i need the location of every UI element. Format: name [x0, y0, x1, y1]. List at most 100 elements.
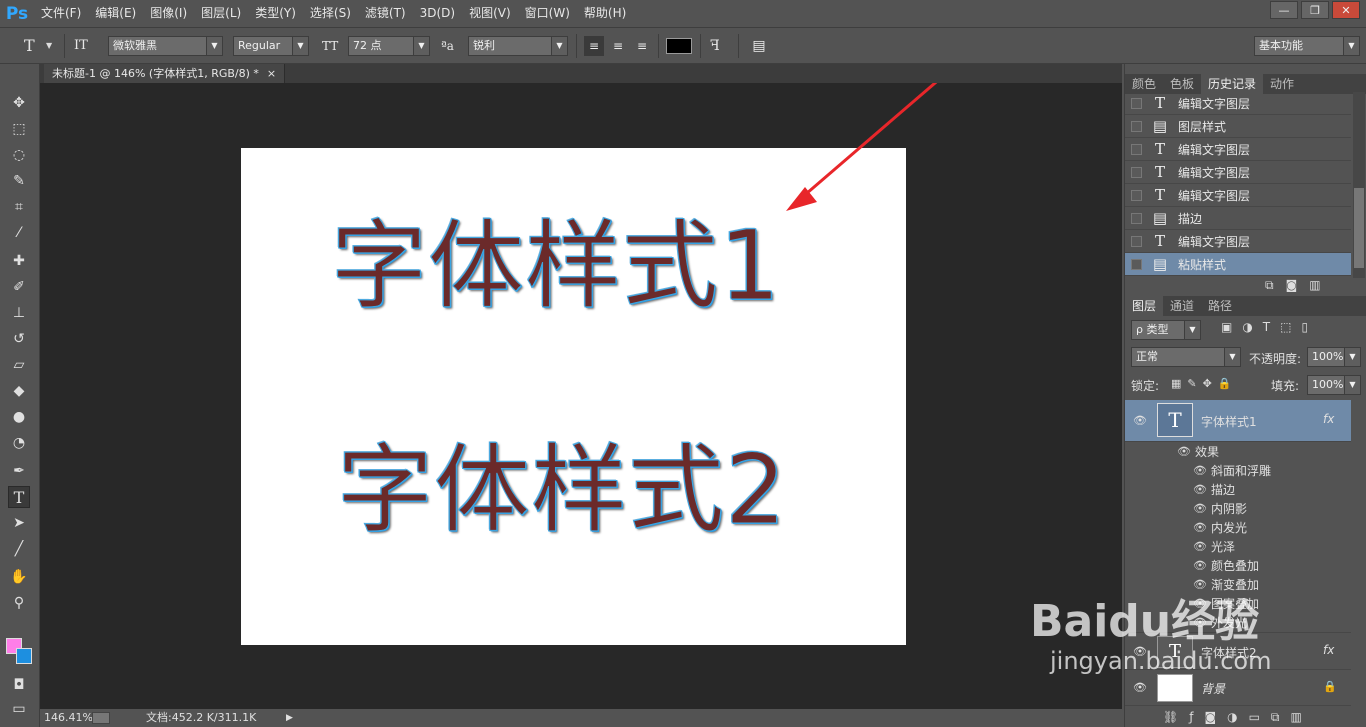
menu-edit[interactable]: 编辑(E)	[88, 0, 143, 27]
restore-button[interactable]: ❐	[1301, 1, 1329, 19]
visibility-eye-icon[interactable]: 👁	[1193, 483, 1207, 496]
character-panel-icon[interactable]: ▤	[750, 36, 768, 56]
history-brush-tool-icon[interactable]: ↺	[8, 328, 30, 350]
menu-type[interactable]: 类型(Y)	[248, 0, 303, 27]
type-tool-icon[interactable]: T	[8, 486, 30, 508]
history-item[interactable]: T 编辑文字图层	[1125, 138, 1351, 161]
zoom-tool-icon[interactable]: ⚲	[8, 592, 30, 614]
text-color-swatch[interactable]	[666, 38, 692, 54]
effect-row[interactable]: 👁 内阴影	[1125, 499, 1351, 518]
visibility-eye-icon[interactable]: 👁	[1193, 521, 1207, 534]
visibility-eye-icon[interactable]: 👁	[1177, 445, 1191, 458]
zoom-level[interactable]: 146.41%	[44, 709, 93, 727]
scrollbar-thumb[interactable]	[1354, 188, 1364, 268]
tab-color[interactable]: 颜色	[1125, 74, 1163, 94]
tab-actions[interactable]: 动作	[1263, 74, 1301, 94]
screen-mode-icon[interactable]: ▭	[8, 698, 30, 720]
menu-filter[interactable]: 滤镜(T)	[358, 0, 413, 27]
font-style-select[interactable]: Regular ▼	[233, 36, 309, 56]
fx-icon[interactable]: fx	[1323, 643, 1334, 657]
align-center-icon[interactable]: ≡	[608, 36, 628, 56]
pen-tool-icon[interactable]: ✒	[8, 460, 30, 482]
history-item[interactable]: T 编辑文字图层	[1125, 184, 1351, 207]
menu-window[interactable]: 窗口(W)	[518, 0, 577, 27]
layer-filter-icons[interactable]: ▣◑T⬚▯	[1221, 320, 1318, 334]
history-item[interactable]: T 编辑文字图层	[1125, 230, 1351, 253]
canvas-area[interactable]: 字体样式1 字体样式2	[40, 83, 1122, 709]
visibility-eye-icon[interactable]: 👁	[1133, 681, 1147, 694]
effects-group-row[interactable]: 👁 效果	[1125, 442, 1351, 461]
align-left-icon[interactable]: ≡	[584, 36, 604, 56]
history-footer-icons[interactable]: ⧉◙▥	[1265, 278, 1365, 296]
snapshot-checkbox[interactable]	[1131, 212, 1142, 224]
quick-mask-icon[interactable]: ◘	[8, 674, 30, 696]
snapshot-checkbox[interactable]	[1131, 235, 1142, 247]
stamp-tool-icon[interactable]: ⊥	[8, 302, 30, 324]
font-family-select[interactable]: 微软雅黑 ▼	[108, 36, 223, 56]
toggle-orientation-icon[interactable]: IT	[74, 36, 88, 56]
blend-mode-select[interactable]: 正常 ▼	[1131, 347, 1241, 367]
visibility-eye-icon[interactable]: 👁	[1193, 502, 1207, 515]
layer-name[interactable]: 字体样式1	[1201, 413, 1257, 430]
brush-tool-icon[interactable]: ✐	[8, 276, 30, 298]
snapshot-checkbox[interactable]	[1131, 166, 1142, 178]
tab-layers[interactable]: 图层	[1125, 296, 1164, 316]
status-menu-arrow-icon[interactable]: ▶	[286, 709, 293, 727]
healing-brush-tool-icon[interactable]: ✚	[8, 250, 30, 272]
tab-channels[interactable]: 通道	[1163, 296, 1201, 316]
crop-tool-icon[interactable]: ⌗	[8, 196, 30, 218]
blur-tool-icon[interactable]: ●	[8, 406, 30, 428]
layer-filter-select[interactable]: ρ 类型 ▼	[1131, 320, 1201, 340]
history-item[interactable]: T 编辑文字图层	[1125, 161, 1351, 184]
paint-bucket-tool-icon[interactable]: ◆	[8, 380, 30, 402]
document-tab[interactable]: 未标题-1 @ 146% (字体样式1, RGB/8) * ×	[44, 64, 286, 83]
layer-row-selected[interactable]: 👁 T 字体样式1 fx	[1125, 400, 1351, 442]
warp-text-icon[interactable]: ꟻ	[710, 36, 720, 56]
snapshot-checkbox[interactable]	[1131, 258, 1142, 270]
visibility-eye-icon[interactable]: 👁	[1193, 559, 1207, 572]
move-tool-icon[interactable]: ✥	[8, 92, 30, 114]
menu-file[interactable]: 文件(F)	[34, 0, 88, 27]
snapshot-checkbox[interactable]	[1131, 143, 1142, 155]
eyedropper-tool-icon[interactable]: ⁄	[8, 222, 30, 244]
menu-select[interactable]: 选择(S)	[303, 0, 358, 27]
workspace-select[interactable]: 基本功能 ▼	[1254, 36, 1360, 56]
text-tool-preset-icon[interactable]: T	[24, 36, 35, 56]
dodge-tool-icon[interactable]: ◔	[8, 432, 30, 454]
menu-image[interactable]: 图像(I)	[143, 0, 194, 27]
effect-row[interactable]: 👁 斜面和浮雕	[1125, 461, 1351, 480]
visibility-eye-icon[interactable]: 👁	[1193, 540, 1207, 553]
menu-help[interactable]: 帮助(H)	[577, 0, 633, 27]
layer-name[interactable]: 背景	[1201, 680, 1225, 697]
snapshot-checkbox[interactable]	[1131, 189, 1142, 201]
effect-row[interactable]: 👁 描边	[1125, 480, 1351, 499]
effect-row[interactable]: 👁 光泽	[1125, 537, 1351, 556]
history-item-selected[interactable]: ▤ 粘贴样式	[1125, 253, 1351, 276]
history-item[interactable]: ▤ 描边	[1125, 207, 1351, 230]
tab-paths[interactable]: 路径	[1201, 296, 1239, 316]
snapshot-checkbox[interactable]	[1131, 97, 1142, 109]
lasso-tool-icon[interactable]: ◌	[8, 144, 30, 166]
effect-row[interactable]: 👁 颜色叠加	[1125, 556, 1351, 575]
history-scrollbar[interactable]	[1353, 92, 1365, 278]
antialias-select[interactable]: 锐利 ▼	[468, 36, 568, 56]
menu-view[interactable]: 视图(V)	[462, 0, 518, 27]
snapshot-checkbox[interactable]	[1131, 120, 1142, 132]
visibility-eye-icon[interactable]: 👁	[1193, 578, 1207, 591]
tab-swatches[interactable]: 色板	[1163, 74, 1201, 94]
fx-icon[interactable]: fx	[1323, 412, 1334, 426]
quick-select-tool-icon[interactable]: ✎	[8, 170, 30, 192]
minimize-button[interactable]: —	[1270, 1, 1298, 19]
menu-layer[interactable]: 图层(L)	[194, 0, 248, 27]
preset-dropdown-icon[interactable]: ▼	[46, 36, 58, 56]
align-right-icon[interactable]: ≡	[632, 36, 652, 56]
lock-icons[interactable]: ▦✎✥🔒	[1171, 377, 1238, 390]
line-tool-icon[interactable]: ╱	[8, 538, 30, 560]
opacity-input[interactable]: 100% ▼	[1307, 347, 1361, 367]
path-select-tool-icon[interactable]: ➤	[8, 512, 30, 534]
history-item[interactable]: T 编辑文字图层	[1125, 92, 1351, 115]
eraser-tool-icon[interactable]: ▱	[8, 354, 30, 376]
font-size-select[interactable]: 72 点 ▼	[348, 36, 430, 56]
tab-history[interactable]: 历史记录	[1201, 74, 1264, 94]
layers-footer-icons[interactable]: ⛓ƒ◙◑▭⧉▥	[1163, 710, 1363, 726]
